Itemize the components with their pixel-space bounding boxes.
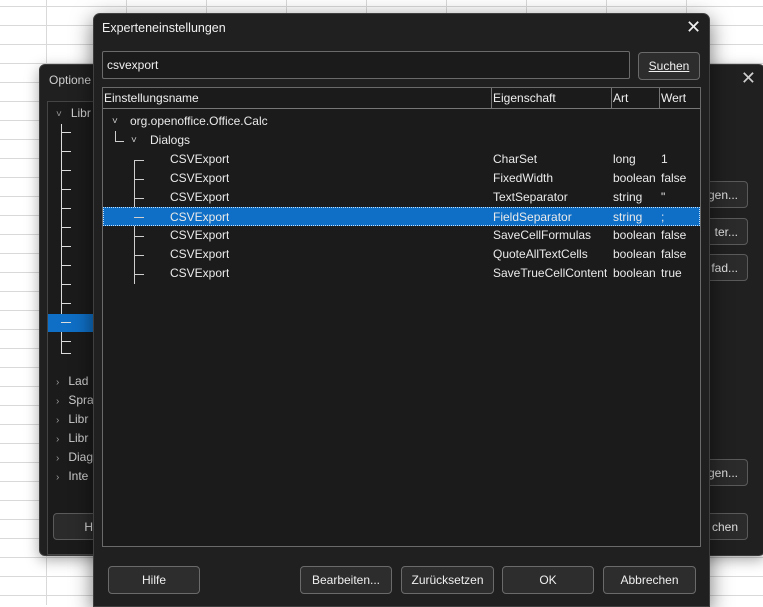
chevron-right-icon: ›	[56, 415, 60, 426]
options-close-icon[interactable]: ✕	[741, 68, 756, 89]
expert-config-dialog: Experteneinstellungen ✕ Suchen Einstellu…	[93, 13, 710, 607]
help-button[interactable]: Hilfe	[108, 566, 200, 594]
chevron-right-icon: ›	[56, 396, 60, 407]
options-tree-item[interactable]: ˅ Libr	[56, 106, 91, 120]
chevron-down-icon: ˅	[131, 135, 137, 146]
column-header-name[interactable]: Einstellungsname	[103, 88, 492, 108]
tree-group-row[interactable]: ˅ Dialogs	[103, 131, 700, 150]
close-icon[interactable]: ✕	[686, 17, 701, 38]
edit-button[interactable]: Bearbeiten...	[300, 566, 392, 594]
column-header-property[interactable]: Eigenschaft	[492, 88, 612, 108]
table-row-selected[interactable]: CSVExport FieldSeparator string ;	[103, 207, 700, 226]
options-tree-item[interactable]: › Inte	[56, 469, 88, 483]
chevron-down-icon: ˅	[56, 109, 62, 120]
cancel-button[interactable]: Abbrechen	[603, 566, 696, 594]
table-header: Einstellungsname Eigenschaft Art Wert	[103, 88, 700, 109]
tree-root-row[interactable]: ˅ org.openoffice.Office.Calc	[103, 112, 700, 131]
chevron-right-icon: ›	[56, 453, 60, 464]
options-tree-item[interactable]: › Lad	[56, 374, 88, 388]
settings-table[interactable]: Einstellungsname Eigenschaft Art Wert ˅ …	[102, 87, 701, 547]
options-tree-item[interactable]: › Libr	[56, 431, 88, 445]
ok-button[interactable]: OK	[502, 566, 594, 594]
column-header-type[interactable]: Art	[612, 88, 660, 108]
reset-button[interactable]: Zurücksetzen	[401, 566, 494, 594]
search-input[interactable]	[102, 51, 630, 79]
chevron-right-icon: ›	[56, 377, 60, 388]
options-tree-item[interactable]: › Libr	[56, 412, 88, 426]
options-tree-item[interactable]: › Diag	[56, 450, 93, 464]
chevron-right-icon: ›	[56, 434, 60, 445]
table-row[interactable]: CSVExport SaveTrueCellContent boolean tr…	[103, 264, 700, 283]
chevron-right-icon: ›	[56, 472, 60, 483]
table-row[interactable]: CSVExport SaveCellFormulas boolean false	[103, 226, 700, 245]
options-dialog-title: Optione	[49, 73, 92, 87]
table-row[interactable]: CSVExport QuoteAllTextCells boolean fals…	[103, 245, 700, 264]
group-node-label: Dialogs	[150, 133, 191, 147]
options-tree[interactable]: ˅ Libr › Lad › Spra › Libr › Libr › Diag › Inte	[47, 101, 99, 555]
options-tree-selected-item[interactable]	[48, 314, 98, 332]
chevron-down-icon: ˅	[112, 116, 118, 127]
table-row[interactable]: CSVExport CharSet long 1	[103, 150, 700, 169]
search-button[interactable]: Suchen	[638, 52, 700, 80]
table-row[interactable]: CSVExport FixedWidth boolean false	[103, 169, 700, 188]
table-row[interactable]: CSVExport TextSeparator string "	[103, 188, 700, 207]
options-tree-item[interactable]: › Spra	[56, 393, 94, 407]
dialog-title: Experteneinstellungen	[102, 21, 226, 35]
root-node-label: org.openoffice.Office.Calc	[130, 114, 268, 128]
column-header-value[interactable]: Wert	[660, 88, 700, 108]
